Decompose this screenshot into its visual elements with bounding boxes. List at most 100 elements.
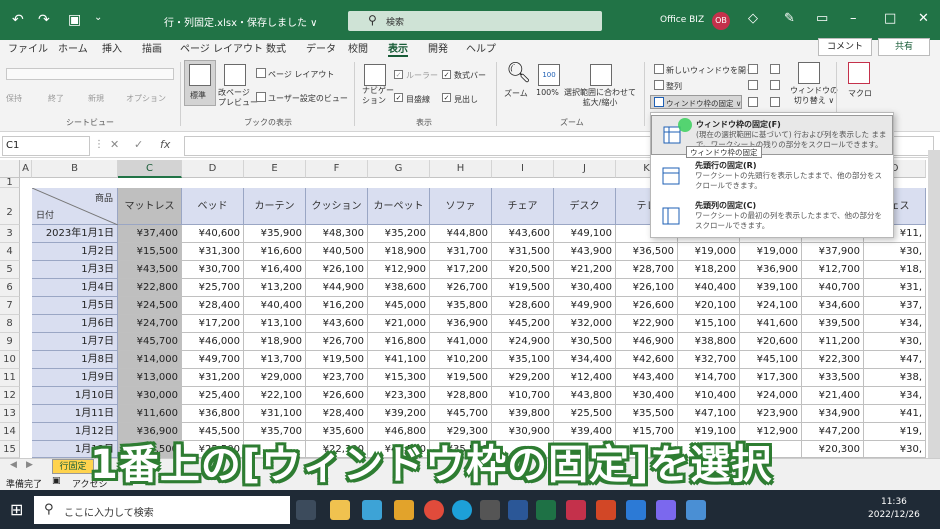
- value-cell[interactable]: ¥30,: [864, 333, 926, 351]
- value-cell[interactable]: ¥40,400: [678, 279, 740, 297]
- new-window-button[interactable]: 新しいウィンドウを開く: [666, 65, 754, 76]
- value-cell[interactable]: ¥35,800: [430, 297, 492, 315]
- product-header[interactable]: ベッド: [182, 188, 244, 225]
- value-cell[interactable]: ¥30,: [864, 441, 926, 458]
- header-corner-cell[interactable]: 商品 日付: [32, 188, 118, 225]
- value-cell[interactable]: ¥43,600: [306, 315, 368, 333]
- row-header-3[interactable]: 3: [0, 225, 20, 243]
- value-cell[interactable]: ¥45,100: [740, 351, 802, 369]
- column-header-c[interactable]: C: [118, 160, 182, 178]
- menu-freeze-top-row[interactable]: 先頭行の固定(R) ワークシートの先頭行を表示したままで、他の部分をス クロール…: [651, 157, 893, 197]
- value-cell[interactable]: ¥35,500: [616, 405, 678, 423]
- product-header[interactable]: ソファ: [430, 188, 492, 225]
- value-cell[interactable]: ¥39,800: [492, 405, 554, 423]
- value-cell[interactable]: ¥16,600: [244, 243, 306, 261]
- exit-button[interactable]: 終了: [48, 93, 64, 104]
- value-cell[interactable]: ¥35,900: [244, 225, 306, 243]
- value-cell[interactable]: ¥17,300: [740, 369, 802, 387]
- tab-developer[interactable]: 開発: [428, 40, 448, 55]
- value-cell[interactable]: ¥13,100: [244, 315, 306, 333]
- value-cell[interactable]: ¥13,200: [244, 279, 306, 297]
- value-cell[interactable]: ¥33,500: [802, 369, 864, 387]
- value-cell[interactable]: ¥20,300: [802, 441, 864, 458]
- value-cell[interactable]: ¥30,: [864, 243, 926, 261]
- value-cell[interactable]: ¥11,600: [118, 405, 182, 423]
- value-cell[interactable]: ¥19,500: [306, 351, 368, 369]
- edge-icon[interactable]: [452, 500, 472, 520]
- value-cell[interactable]: ¥45,000: [368, 297, 430, 315]
- comment-button[interactable]: コメント: [818, 38, 872, 56]
- tab-home[interactable]: ホーム: [58, 40, 88, 55]
- insert-function-icon[interactable]: fx: [160, 138, 170, 151]
- value-cell[interactable]: ¥49,700: [182, 351, 244, 369]
- keep-button[interactable]: 保持: [6, 93, 22, 104]
- value-cell[interactable]: ¥14,700: [678, 369, 740, 387]
- value-cell[interactable]: ¥44,800: [430, 225, 492, 243]
- value-cell[interactable]: ¥49,900: [554, 297, 616, 315]
- headings-checkbox[interactable]: ✓: [442, 93, 451, 102]
- tab-formulas[interactable]: 数式: [266, 40, 286, 55]
- column-header-a[interactable]: A: [20, 160, 32, 178]
- undo-icon[interactable]: ↶: [12, 12, 24, 28]
- value-cell[interactable]: ¥39,500: [802, 315, 864, 333]
- value-cell[interactable]: ¥28,600: [492, 297, 554, 315]
- select-all-corner[interactable]: [0, 160, 20, 178]
- macro-record-icon[interactable]: ▣: [52, 476, 61, 486]
- value-cell[interactable]: ¥49,100: [554, 225, 616, 243]
- value-cell[interactable]: ¥31,700: [430, 243, 492, 261]
- close-icon[interactable]: ✕: [918, 11, 929, 26]
- product-header[interactable]: デスク: [554, 188, 616, 225]
- value-cell[interactable]: ¥10,700: [492, 387, 554, 405]
- value-cell[interactable]: ¥31,: [864, 279, 926, 297]
- row-header-4[interactable]: 4: [0, 243, 20, 261]
- custom-views-button[interactable]: ユーザー設定のビュー: [268, 93, 348, 104]
- chrome-icon[interactable]: [424, 500, 444, 520]
- value-cell[interactable]: ¥13,700: [244, 351, 306, 369]
- value-cell[interactable]: ¥41,100: [368, 351, 430, 369]
- value-cell[interactable]: ¥31,300: [182, 243, 244, 261]
- value-cell[interactable]: ¥10,400: [678, 387, 740, 405]
- value-cell[interactable]: ¥25,700: [182, 279, 244, 297]
- row-header-8[interactable]: 8: [0, 315, 20, 333]
- row-header-7[interactable]: 7: [0, 297, 20, 315]
- tab-review[interactable]: 校閲: [348, 40, 368, 55]
- page-layout-button[interactable]: ページ レイアウト: [268, 69, 334, 80]
- tab-file[interactable]: ファイル: [8, 40, 48, 55]
- row-header-10[interactable]: 10: [0, 351, 20, 369]
- value-cell[interactable]: ¥23,700: [306, 369, 368, 387]
- navigation-label[interactable]: ナビゲー ション: [362, 86, 394, 106]
- row-header-2[interactable]: 2: [0, 188, 20, 225]
- value-cell[interactable]: ¥37,400: [118, 225, 182, 243]
- value-cell[interactable]: ¥21,000: [368, 315, 430, 333]
- value-cell[interactable]: ¥41,: [864, 405, 926, 423]
- value-cell[interactable]: ¥21,200: [554, 261, 616, 279]
- row-header-6[interactable]: 6: [0, 279, 20, 297]
- zoom-100-button[interactable]: 100%: [536, 88, 559, 97]
- value-cell[interactable]: ¥45,200: [492, 315, 554, 333]
- value-cell[interactable]: ¥26,100: [306, 261, 368, 279]
- value-cell[interactable]: ¥38,: [864, 369, 926, 387]
- maximize-icon[interactable]: □: [884, 11, 896, 26]
- value-cell[interactable]: ¥23,300: [368, 387, 430, 405]
- value-cell[interactable]: ¥26,100: [616, 279, 678, 297]
- clock[interactable]: 11:36 2022/12/26: [868, 496, 920, 522]
- value-cell[interactable]: ¥35,200: [368, 225, 430, 243]
- value-cell[interactable]: ¥18,900: [244, 333, 306, 351]
- acrobat-icon[interactable]: [566, 500, 586, 520]
- value-cell[interactable]: ¥12,400: [554, 369, 616, 387]
- value-cell[interactable]: ¥30,000: [118, 387, 182, 405]
- value-cell[interactable]: ¥41,600: [740, 315, 802, 333]
- value-cell[interactable]: ¥34,900: [802, 405, 864, 423]
- value-cell[interactable]: ¥26,700: [430, 279, 492, 297]
- value-cell[interactable]: ¥29,000: [244, 369, 306, 387]
- zoom-to-selection-button[interactable]: 選択範囲に合わせて 拡大/縮小: [564, 88, 636, 108]
- value-cell[interactable]: ¥43,800: [554, 387, 616, 405]
- value-cell[interactable]: ¥45,700: [118, 333, 182, 351]
- column-header-i[interactable]: I: [492, 160, 554, 178]
- value-cell[interactable]: ¥46,000: [182, 333, 244, 351]
- value-cell[interactable]: ¥22,300: [802, 351, 864, 369]
- switch-windows-button[interactable]: ウィンドウの 切り替え ∨: [790, 86, 838, 106]
- value-cell[interactable]: ¥22,100: [244, 387, 306, 405]
- value-cell[interactable]: ¥43,500: [118, 261, 182, 279]
- value-cell[interactable]: ¥29,200: [492, 369, 554, 387]
